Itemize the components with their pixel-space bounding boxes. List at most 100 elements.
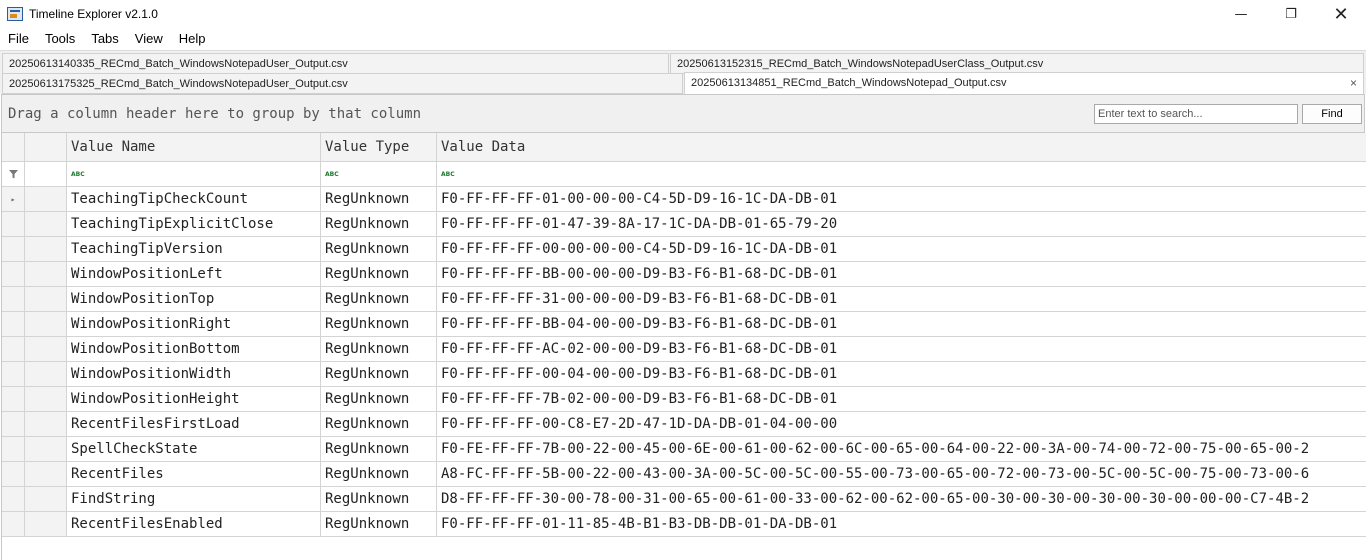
value-type-cell[interactable]: RegUnknown (321, 462, 437, 487)
filter-cell-value-data[interactable]: ABC (437, 162, 1366, 187)
filter-cell-value-name[interactable]: ABC (67, 162, 321, 187)
minimize-button[interactable]: — (1216, 0, 1266, 28)
column-header-value-data[interactable]: Value Data (437, 133, 1366, 162)
tab-windowsnotepad-active[interactable]: 20250613134851_RECmd_Batch_WindowsNotepa… (684, 72, 1364, 94)
row-indicator-cell[interactable] (2, 287, 25, 312)
header-line-column[interactable] (25, 133, 67, 162)
table-row[interactable]: RecentFilesEnabled RegUnknown F0-FF-FF-FF-… (2, 512, 1366, 537)
line-cell[interactable] (25, 362, 67, 387)
line-cell[interactable] (25, 437, 67, 462)
line-cell[interactable] (25, 212, 67, 237)
row-indicator-cell[interactable]: ▸ (2, 187, 25, 212)
line-cell[interactable] (25, 337, 67, 362)
find-button[interactable]: Find (1302, 104, 1362, 124)
row-indicator-cell[interactable] (2, 462, 25, 487)
filter-cell-line[interactable] (25, 162, 67, 187)
table-row[interactable]: WindowPositionRight RegUnknown F0-FF-FF-FF… (2, 312, 1366, 337)
table-row[interactable]: SpellCheckState RegUnknown F0-FE-FF-FF-7B-… (2, 437, 1366, 462)
value-type-cell[interactable]: RegUnknown (321, 212, 437, 237)
value-data-cell[interactable]: F0-FF-FF-FF-7B-02-00-00-D9-B3-F6-B1-68-D… (437, 387, 1366, 412)
row-indicator-cell[interactable] (2, 312, 25, 337)
value-data-cell[interactable]: F0-FF-FF-FF-AC-02-00-00-D9-B3-F6-B1-68-D… (437, 337, 1366, 362)
line-cell[interactable] (25, 412, 67, 437)
tab-windowsnotepaduser-140335[interactable]: 20250613140335_RECmd_Batch_WindowsNotepa… (2, 53, 669, 74)
value-data-cell[interactable]: F0-FF-FF-FF-BB-04-00-00-D9-B3-F6-B1-68-D… (437, 312, 1366, 337)
tab-windowsnotepaduserclass[interactable]: 20250613152315_RECmd_Batch_WindowsNotepa… (670, 53, 1364, 74)
value-type-cell[interactable]: RegUnknown (321, 437, 437, 462)
row-indicator-cell[interactable] (2, 337, 25, 362)
search-input[interactable] (1094, 104, 1298, 124)
line-cell[interactable] (25, 187, 67, 212)
value-name-cell[interactable]: TeachingTipVersion (67, 237, 321, 262)
value-name-cell[interactable]: RecentFilesEnabled (67, 512, 321, 537)
value-data-cell[interactable]: F0-FE-FF-FF-7B-00-22-00-45-00-6E-00-61-0… (437, 437, 1366, 462)
menu-view[interactable]: View (127, 31, 171, 46)
table-row[interactable]: ▸ TeachingTipCheckCount RegUnknown F0-FF-FF… (2, 187, 1366, 212)
line-cell[interactable] (25, 512, 67, 537)
value-type-cell[interactable]: RegUnknown (321, 312, 437, 337)
table-row[interactable]: WindowPositionTop RegUnknown F0-FF-FF-FF-3… (2, 287, 1366, 312)
table-row[interactable]: RecentFilesFirstLoad RegUnknown F0-FF-FF-F… (2, 412, 1366, 437)
table-row[interactable]: RecentFiles RegUnknown A8-FC-FF-FF-5B-00-2… (2, 462, 1366, 487)
line-cell[interactable] (25, 312, 67, 337)
value-name-cell[interactable]: WindowPositionLeft (67, 262, 321, 287)
row-indicator-cell[interactable] (2, 362, 25, 387)
value-data-cell[interactable]: D8-FF-FF-FF-30-00-78-00-31-00-65-00-61-0… (437, 487, 1366, 512)
value-name-cell[interactable]: RecentFiles (67, 462, 321, 487)
value-type-cell[interactable]: RegUnknown (321, 487, 437, 512)
value-data-cell[interactable]: F0-FF-FF-FF-00-00-00-00-C4-5D-D9-16-1C-D… (437, 237, 1366, 262)
value-data-cell[interactable]: F0-FF-FF-FF-01-00-00-00-C4-5D-D9-16-1C-D… (437, 187, 1366, 212)
table-row[interactable]: WindowPositionHeight RegUnknown F0-FF-FF-F… (2, 387, 1366, 412)
row-indicator-cell[interactable] (2, 412, 25, 437)
menu-tabs[interactable]: Tabs (83, 31, 126, 46)
value-name-cell[interactable]: WindowPositionRight (67, 312, 321, 337)
maximize-button[interactable]: ❐ (1266, 0, 1316, 28)
value-data-cell[interactable]: F0-FF-FF-FF-01-47-39-8A-17-1C-DA-DB-01-6… (437, 212, 1366, 237)
value-name-cell[interactable]: FindString (67, 487, 321, 512)
row-indicator-cell[interactable] (2, 437, 25, 462)
value-type-cell[interactable]: RegUnknown (321, 387, 437, 412)
group-by-hint[interactable]: Drag a column header here to group by th… (8, 106, 421, 122)
line-cell[interactable] (25, 237, 67, 262)
column-header-value-name[interactable]: Value Name (67, 133, 321, 162)
value-type-cell[interactable]: RegUnknown (321, 337, 437, 362)
column-header-value-type[interactable]: Value Type (321, 133, 437, 162)
menu-help[interactable]: Help (171, 31, 214, 46)
value-data-cell[interactable]: F0-FF-FF-FF-BB-00-00-00-D9-B3-F6-B1-68-D… (437, 262, 1366, 287)
line-cell[interactable] (25, 287, 67, 312)
row-indicator-cell[interactable] (2, 487, 25, 512)
table-row[interactable]: TeachingTipVersion RegUnknown F0-FF-FF-FF-… (2, 237, 1366, 262)
menu-file[interactable]: File (0, 31, 37, 46)
line-cell[interactable] (25, 262, 67, 287)
line-cell[interactable] (25, 387, 67, 412)
table-row[interactable]: WindowPositionBottom RegUnknown F0-FF-FF-F… (2, 337, 1366, 362)
value-type-cell[interactable]: RegUnknown (321, 412, 437, 437)
value-name-cell[interactable]: WindowPositionWidth (67, 362, 321, 387)
value-data-cell[interactable]: F0-FF-FF-FF-00-04-00-00-D9-B3-F6-B1-68-D… (437, 362, 1366, 387)
value-type-cell[interactable]: RegUnknown (321, 287, 437, 312)
row-indicator-cell[interactable] (2, 387, 25, 412)
row-indicator-cell[interactable] (2, 212, 25, 237)
value-name-cell[interactable]: WindowPositionTop (67, 287, 321, 312)
value-type-cell[interactable]: RegUnknown (321, 237, 437, 262)
menu-tools[interactable]: Tools (37, 31, 83, 46)
row-indicator-cell[interactable] (2, 262, 25, 287)
value-name-cell[interactable]: WindowPositionHeight (67, 387, 321, 412)
value-data-cell[interactable]: F0-FF-FF-FF-01-11-85-4B-B1-B3-DB-DB-01-D… (437, 512, 1366, 537)
table-row[interactable]: WindowPositionWidth RegUnknown F0-FF-FF-FF… (2, 362, 1366, 387)
line-cell[interactable] (25, 462, 67, 487)
tab-windowsnotepaduser-175325[interactable]: 20250613175325_RECmd_Batch_WindowsNotepa… (2, 73, 683, 94)
row-indicator-cell[interactable] (2, 512, 25, 537)
close-button[interactable]: ✕ (1316, 0, 1366, 28)
value-name-cell[interactable]: TeachingTipExplicitClose (67, 212, 321, 237)
value-type-cell[interactable]: RegUnknown (321, 262, 437, 287)
table-row[interactable]: WindowPositionLeft RegUnknown F0-FF-FF-FF-… (2, 262, 1366, 287)
value-name-cell[interactable]: SpellCheckState (67, 437, 321, 462)
value-name-cell[interactable]: WindowPositionBottom (67, 337, 321, 362)
value-type-cell[interactable]: RegUnknown (321, 362, 437, 387)
value-name-cell[interactable]: TeachingTipCheckCount (67, 187, 321, 212)
row-indicator-cell[interactable] (2, 237, 25, 262)
value-data-cell[interactable]: F0-FF-FF-FF-31-00-00-00-D9-B3-F6-B1-68-D… (437, 287, 1366, 312)
value-data-cell[interactable]: A8-FC-FF-FF-5B-00-22-00-43-00-3A-00-5C-0… (437, 462, 1366, 487)
tab-close-icon[interactable]: × (1350, 73, 1357, 93)
